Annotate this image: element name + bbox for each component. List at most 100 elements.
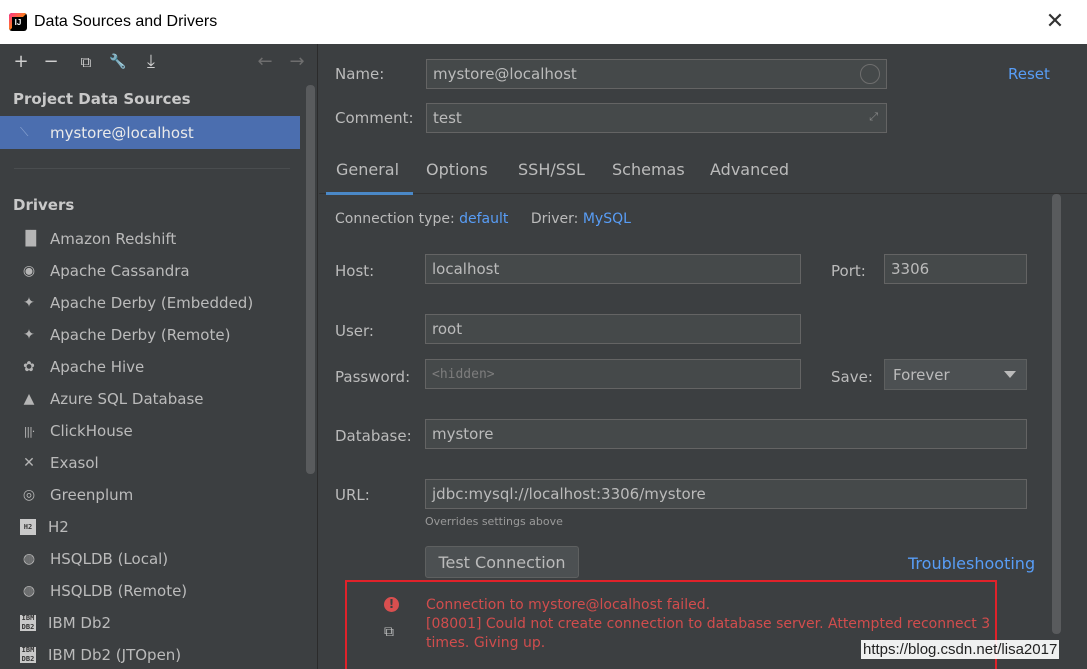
exasol-icon: ✕ [23,455,35,471]
azure-icon: ▲ [23,391,35,407]
troubleshooting-link[interactable]: Troubleshooting [908,554,1035,573]
reset-link[interactable]: Reset [1008,65,1050,83]
driver-item-apache-derby-embedded[interactable]: ✦ Apache Derby (Embedded) [0,287,300,319]
driver-item-apache-cassandra[interactable]: ◉ Apache Cassandra [0,255,300,287]
driver-item-azure-sql[interactable]: ▲ Azure SQL Database [0,383,300,415]
driver-label: ClickHouse [50,422,133,440]
right-scrollbar[interactable] [1052,194,1061,634]
driver-label: Apache Cassandra [50,262,190,280]
forward-arrow-icon[interactable]: → [286,50,308,74]
driver-link[interactable]: MySQL [583,211,631,227]
driver-label: Apache Derby (Remote) [50,326,231,344]
h2-icon: H2 [20,519,36,535]
database-connection-icon: ⟍ [20,125,29,139]
driver-label: IBM Db2 [48,614,112,632]
project-data-sources-heading: Project Data Sources [13,90,191,108]
error-icon: ! [384,597,399,612]
password-input[interactable]: <hidden> [425,359,801,389]
wrench-icon[interactable]: 🔧 [107,50,129,74]
driver-label: Amazon Redshift [50,230,177,248]
color-circle-icon[interactable] [860,64,880,84]
tab-schemas[interactable]: Schemas [612,160,685,179]
hsqldb-icon: ◍ [22,583,36,599]
tab-advanced[interactable]: Advanced [710,160,789,179]
derby-icon: ✦ [23,295,35,311]
name-input[interactable]: mystore@localhost [426,59,887,89]
host-label: Host: [335,262,375,280]
left-scrollbar[interactable] [306,85,315,474]
connection-type-label: Connection type: [335,211,455,227]
add-icon[interactable]: + [10,50,32,74]
expand-icon[interactable]: ⤢ [869,110,878,124]
driver-item-h2[interactable]: H2 H2 [0,511,300,543]
host-input[interactable]: localhost [425,254,801,284]
driver-item-clickhouse[interactable]: |||· ClickHouse [0,415,300,447]
driver-label: Azure SQL Database [50,390,204,408]
divider [14,168,290,169]
duplicate-icon[interactable]: ⧉ [75,50,97,74]
comment-label: Comment: [335,109,414,127]
left-toolbar: + − ⧉ 🔧 ⤓ ← → [0,44,318,82]
derby-icon: ✦ [23,327,35,343]
connection-type-link[interactable]: default [459,211,508,227]
driver-label: Apache Hive [50,358,145,376]
left-panel: + − ⧉ 🔧 ⤓ ← → Project Data Sources ⟍ mys… [0,44,318,669]
close-icon[interactable]: ✕ [1045,11,1065,33]
name-label: Name: [335,65,385,83]
comment-value: test [433,109,462,127]
url-label: URL: [335,486,370,504]
driver-label: HSQLDB (Remote) [50,582,188,600]
save-dropdown[interactable]: Forever [884,359,1027,390]
intellij-logo-icon: IJ [9,13,27,31]
greenplum-icon: ◎ [22,487,36,503]
driver-label: IBM Db2 (JTOpen) [48,646,182,664]
driver-label: HSQLDB (Local) [50,550,169,568]
driver-label: Greenplum [50,486,134,504]
tab-ssh-ssl[interactable]: SSH/SSL [518,160,585,179]
driver-item-ibm-db2[interactable]: IBM DB2 IBM Db2 [0,607,300,639]
title-bar: IJ Data Sources and Drivers ✕ [0,0,1087,44]
connection-info: Connection type: default Driver: MySQL [335,211,631,227]
user-input[interactable]: root [425,314,801,344]
import-icon[interactable]: ⤓ [140,50,162,74]
password-label: Password: [335,368,411,386]
port-label: Port: [831,262,866,280]
redshift-icon: ▐▌ [20,231,42,247]
tab-bar: General Options SSH/SSL Schemas Advanced [319,148,1087,195]
driver-item-exasol[interactable]: ✕ Exasol [0,447,300,479]
driver-item-hsqldb-remote[interactable]: ◍ HSQLDB (Remote) [0,575,300,607]
driver-label: H2 [48,518,69,536]
ibm-db2-icon: IBM DB2 [20,614,36,631]
watermark-url: https://blog.csdn.net/lisa2017 [861,640,1060,659]
hive-icon: ✿ [23,359,35,375]
driver-label: Driver: [530,211,579,227]
driver-item-ibm-db2-jtopen[interactable]: IBM DB2 IBM Db2 (JTOpen) [0,639,300,669]
remove-icon[interactable]: − [40,50,62,74]
driver-item-hsqldb-local[interactable]: ◍ HSQLDB (Local) [0,543,300,575]
clickhouse-icon: |||· [23,424,36,438]
save-label: Save: [831,368,873,386]
hsqldb-icon: ◍ [22,551,36,567]
copy-icon[interactable]: ⧉ [384,624,394,640]
url-hint: Overrides settings above [425,515,563,528]
tab-options[interactable]: Options [426,160,488,179]
driver-label: Apache Derby (Embedded) [50,294,254,312]
tab-general[interactable]: General [325,160,414,195]
drivers-heading: Drivers [13,196,75,214]
chevron-down-icon [1004,371,1016,378]
cassandra-icon: ◉ [22,263,36,279]
data-source-item[interactable]: ⟍ mystore@localhost [0,116,300,149]
driver-item-apache-derby-remote[interactable]: ✦ Apache Derby (Remote) [0,319,300,351]
driver-item-greenplum[interactable]: ◎ Greenplum [0,479,300,511]
port-input[interactable]: 3306 [884,254,1027,284]
database-label: Database: [335,427,412,445]
data-source-label: mystore@localhost [50,123,194,142]
url-input[interactable]: jdbc:mysql://localhost:3306/mystore [425,479,1027,509]
comment-input[interactable]: test ⤢ [426,103,887,133]
driver-item-amazon-redshift[interactable]: ▐▌ Amazon Redshift [0,223,300,255]
database-input[interactable]: mystore [425,419,1027,449]
driver-item-apache-hive[interactable]: ✿ Apache Hive [0,351,300,383]
back-arrow-icon[interactable]: ← [254,50,276,74]
test-connection-button[interactable]: Test Connection [425,546,579,578]
ibm-db2-icon: IBM DB2 [20,646,36,663]
